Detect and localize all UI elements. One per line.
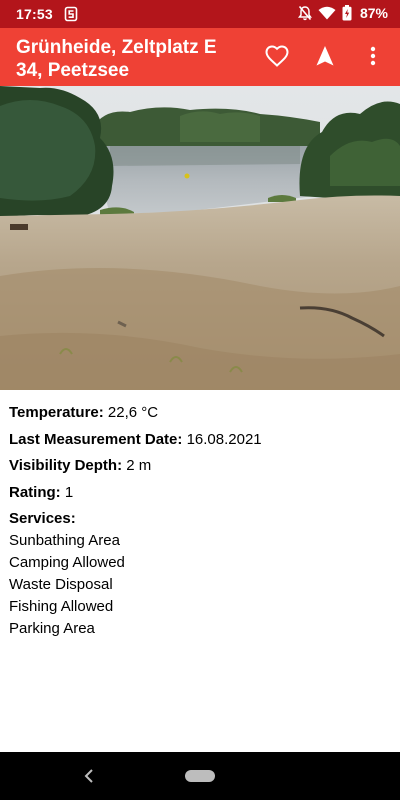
home-button[interactable] [185, 770, 215, 782]
navigate-button[interactable] [310, 41, 340, 71]
navigation-arrow-icon [316, 46, 334, 66]
app-bar-actions [262, 41, 388, 71]
temperature-label: Temperature: [9, 404, 104, 421]
details-section: Temperature: 22,6 °C Last Measurement Da… [9, 402, 389, 640]
service-item: Camping Allowed [9, 554, 125, 571]
bell-off-icon [297, 5, 312, 21]
services-list: Sunbathing Area Camping Allowed Waste Di… [9, 530, 389, 640]
visibility-value: 2 m [126, 457, 152, 474]
rating-row: Rating: 1 [9, 482, 389, 509]
app-notification-icon [64, 6, 78, 22]
service-item: Parking Area [9, 620, 95, 637]
visibility-label: Visibility Depth: [9, 457, 123, 474]
date-value: 16.08.2021 [186, 430, 262, 448]
service-item: Waste Disposal [9, 576, 113, 593]
service-item: Sunbathing Area [9, 532, 120, 549]
battery-icon [342, 5, 352, 21]
service-item: Fishing Allowed [9, 598, 114, 615]
lake-photo [0, 86, 400, 390]
services-label: Services: [9, 510, 76, 527]
rating-label: Rating: [9, 483, 61, 501]
status-icons: 87% [297, 5, 388, 21]
favorite-button[interactable] [262, 41, 292, 71]
page-title: Grünheide, Zeltplatz E 34, Peetzsee [16, 37, 217, 81]
more-vert-icon [370, 46, 376, 66]
rating-value: 1 [64, 483, 74, 501]
status-bar: 17:53 87% [0, 0, 400, 28]
back-icon[interactable] [80, 766, 100, 786]
date-row: Last Measurement Date: 16.08.2021 [9, 429, 389, 456]
visibility-row: Visibility Depth: 2 m [9, 455, 389, 482]
temperature-row: Temperature: 22,6 °C [9, 402, 389, 429]
wifi-icon [318, 6, 336, 20]
more-options-button[interactable] [358, 41, 388, 71]
screen: 17:53 87% Grünheide, Zeltplatz E 34, Pee… [0, 0, 400, 800]
battery-percent: 87% [359, 5, 388, 21]
temperature-value: 22,6 °C [107, 404, 159, 421]
system-navigation-bar [0, 752, 400, 800]
app-bar: Grünheide, Zeltplatz E 34, Peetzsee [0, 28, 400, 86]
heart-icon [265, 45, 289, 67]
date-label: Last Measurement Date: [9, 430, 183, 448]
status-time: 17:53 [16, 6, 53, 22]
